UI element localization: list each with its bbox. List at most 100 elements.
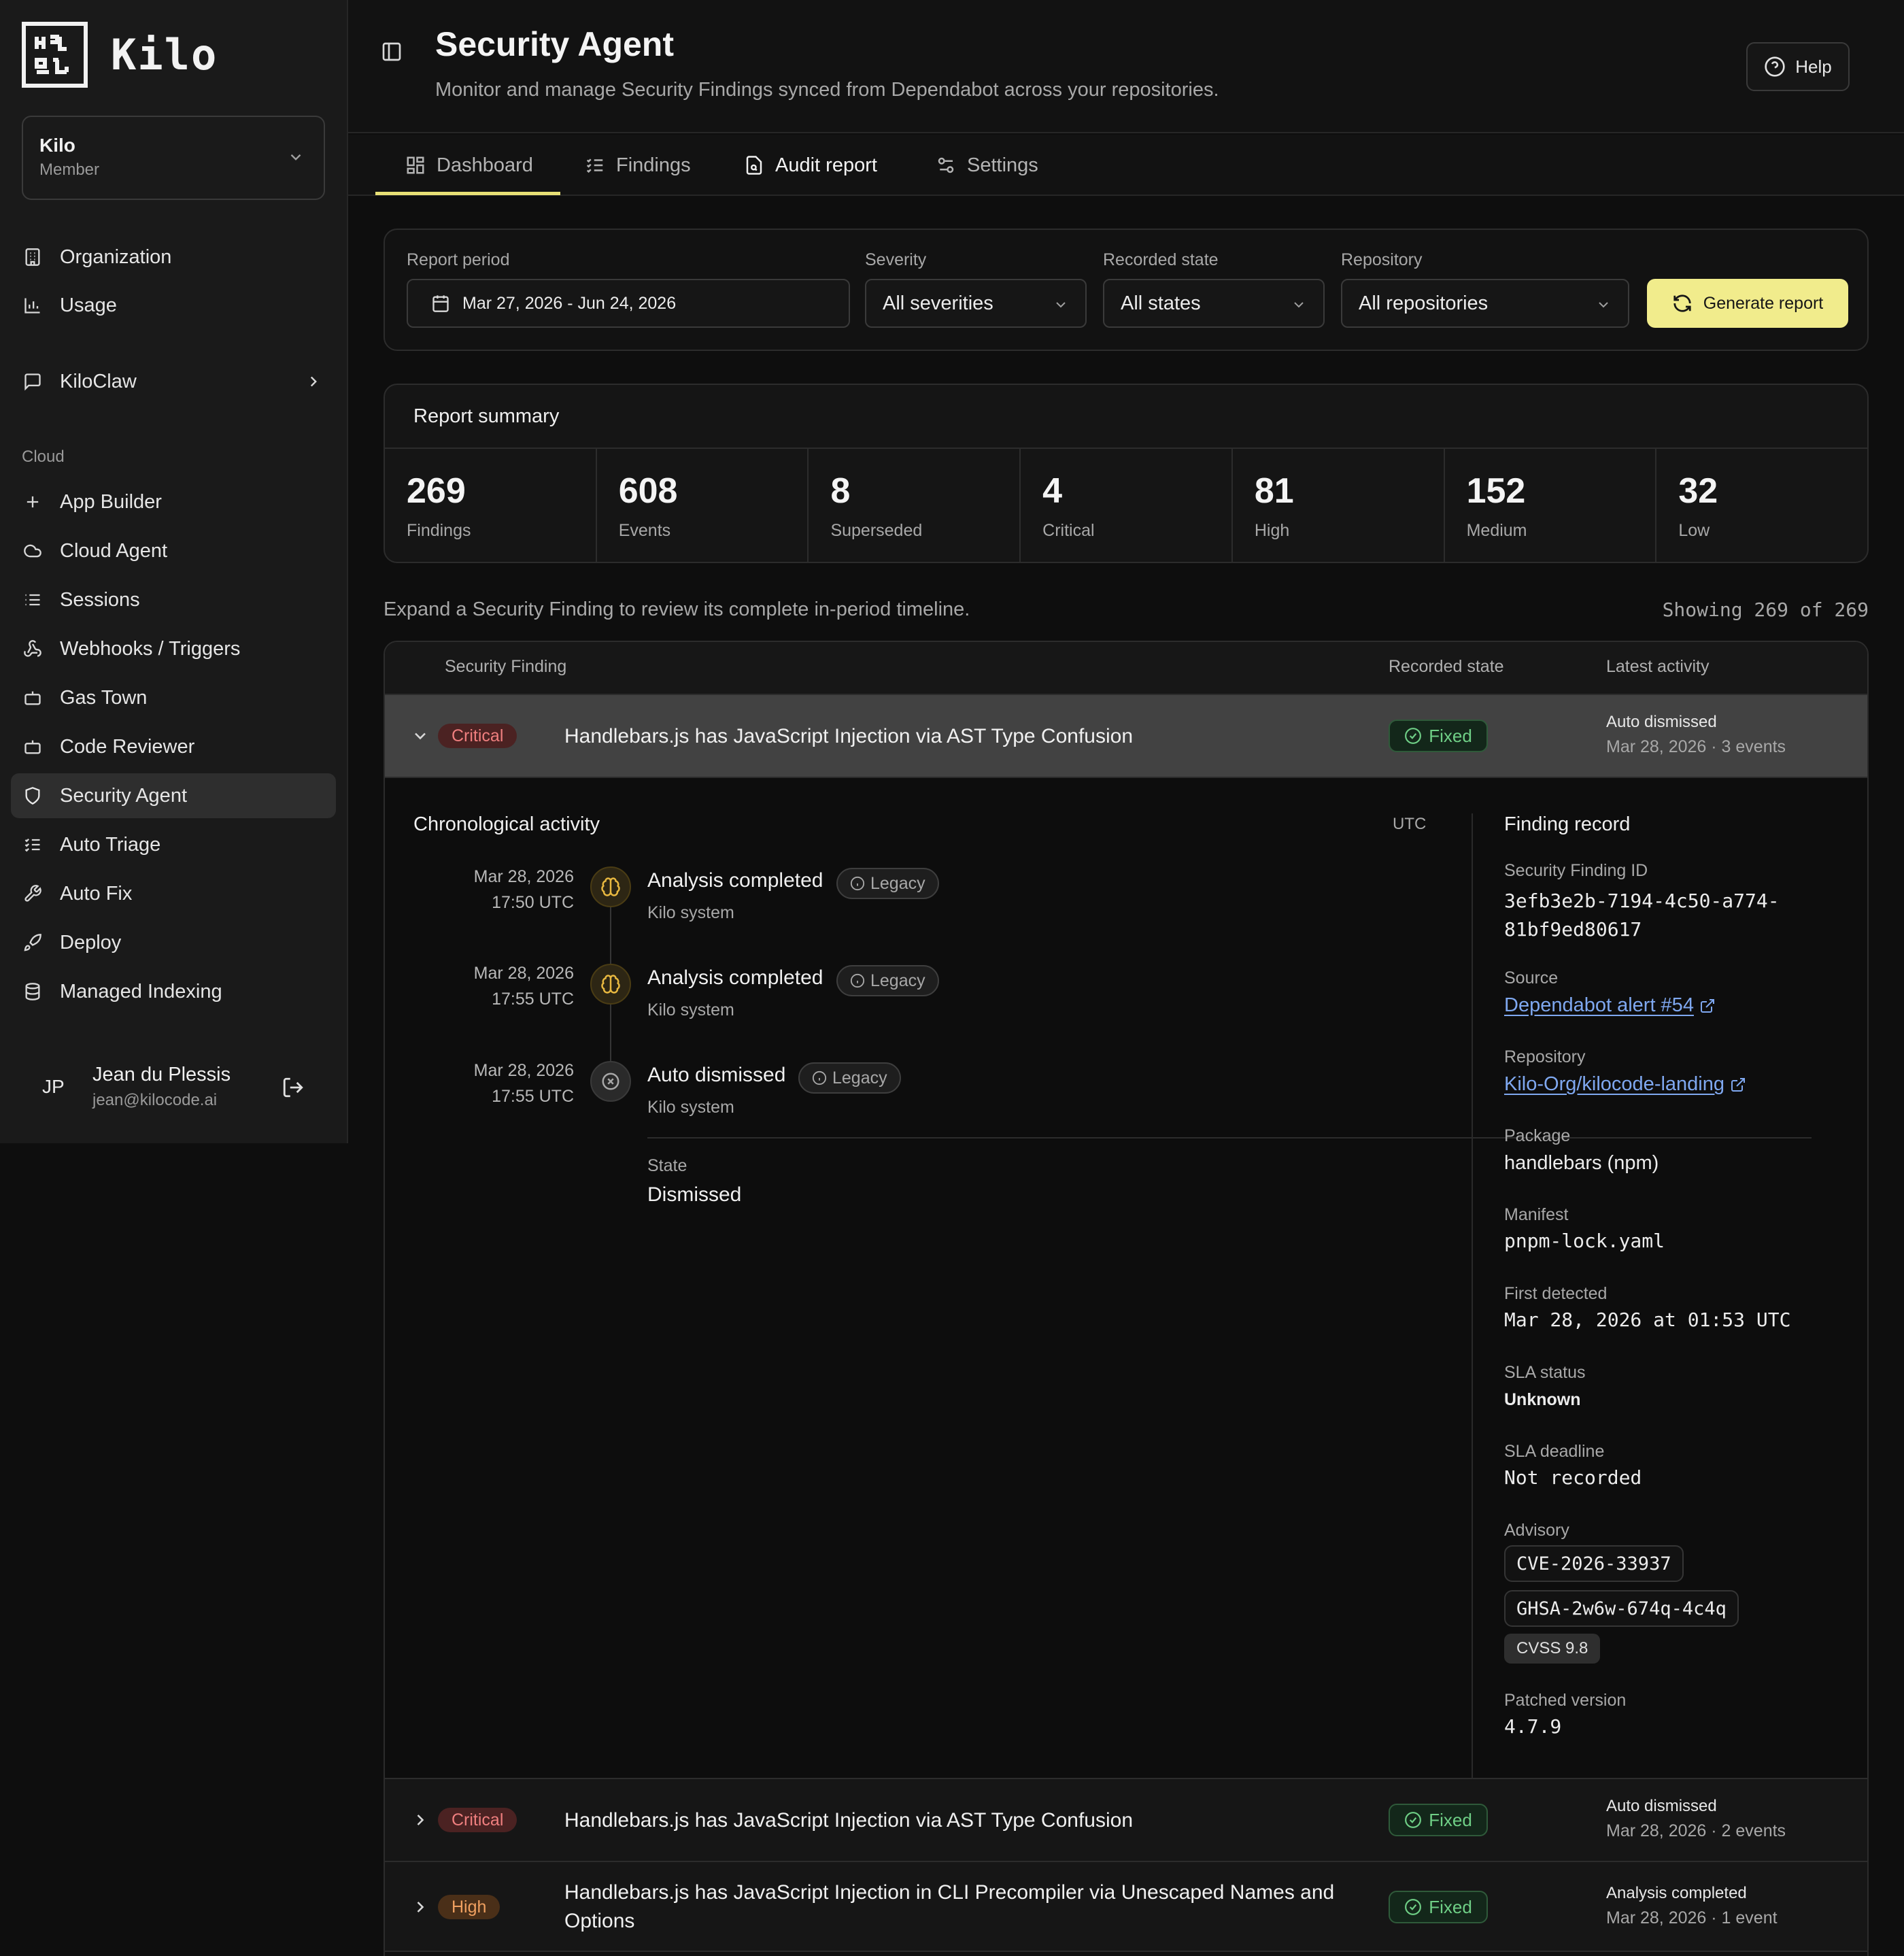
sidebar-item-label: Security Agent bbox=[60, 784, 187, 807]
state-label: State bbox=[647, 1156, 687, 1175]
severity-select[interactable]: All severities bbox=[865, 279, 1087, 328]
table-header: Security Finding Recorded state Latest a… bbox=[385, 642, 1867, 695]
stat-value: 152 bbox=[1466, 471, 1526, 511]
chevron-right-icon bbox=[310, 376, 317, 387]
repository-select[interactable]: All repositories bbox=[1341, 279, 1629, 328]
tab-findings[interactable]: Findings bbox=[585, 135, 691, 196]
org-role: Member bbox=[39, 161, 100, 179]
event-actor: Kilo system bbox=[647, 1000, 734, 1019]
tab-label: Findings bbox=[616, 154, 691, 176]
state-value: Dismissed bbox=[647, 1183, 742, 1206]
chevron-right-icon[interactable] bbox=[411, 1810, 430, 1829]
advisory-label: Advisory bbox=[1504, 1521, 1569, 1540]
stat-value: 81 bbox=[1254, 471, 1294, 511]
table-row[interactable]: Critical Handlebars.js has JavaScript In… bbox=[385, 1779, 1867, 1862]
nav-section-label: Cloud bbox=[22, 448, 65, 466]
sidebar-item-label: Cloud Agent bbox=[60, 539, 168, 562]
sla-status-value: Unknown bbox=[1504, 1390, 1581, 1409]
sidebar-item-webhooks[interactable]: Webhooks / Triggers bbox=[11, 626, 336, 671]
stat-superseded: 8 Superseded bbox=[809, 449, 1021, 562]
org-name: Kilo bbox=[39, 135, 75, 156]
check-circle-icon bbox=[1405, 1812, 1422, 1828]
user-email: jean@kilocode.ai bbox=[92, 1091, 218, 1109]
first-detected-value: Mar 28, 2026 at 01:53 UTC bbox=[1504, 1309, 1791, 1331]
tab-dashboard[interactable]: Dashboard bbox=[405, 135, 533, 196]
severity-label: Severity bbox=[865, 250, 927, 269]
user-profile[interactable]: JP Jean du Plessis jean@kilocode.ai bbox=[22, 1061, 325, 1115]
stat-label: High bbox=[1254, 521, 1290, 540]
source-label: Source bbox=[1504, 968, 1559, 988]
tab-label: Dashboard bbox=[437, 154, 533, 176]
source-link[interactable]: Dependabot alert #54 bbox=[1504, 994, 1716, 1017]
user-name: Jean du Plessis bbox=[92, 1064, 231, 1085]
sla-status-label: SLA status bbox=[1504, 1363, 1586, 1382]
divider bbox=[647, 1137, 1812, 1139]
summary-title: Report summary bbox=[413, 405, 560, 427]
sidebar-item-deploy[interactable]: Deploy bbox=[11, 920, 336, 965]
sidebar-item-code-reviewer[interactable]: Code Reviewer bbox=[11, 724, 336, 769]
file-search-icon bbox=[746, 156, 762, 175]
tab-settings[interactable]: Settings bbox=[936, 135, 1038, 196]
col-security-finding: Security Finding bbox=[445, 657, 567, 676]
sidebar-item-usage[interactable]: Usage bbox=[11, 283, 336, 328]
report-summary: Report summary 269 Findings 608 Events 8 Su… bbox=[384, 384, 1869, 563]
stat-critical: 4 Critical bbox=[1021, 449, 1233, 562]
sidebar-item-app-builder[interactable]: App Builder bbox=[11, 479, 336, 524]
advisory-ghsa-chip[interactable]: GHSA-2w6w-674q-4c4q bbox=[1504, 1590, 1739, 1627]
sidebar-item-organization[interactable]: Organization bbox=[11, 235, 336, 280]
sidebar-item-kiloclaw[interactable]: KiloClaw bbox=[11, 359, 336, 404]
status-badge: Fixed bbox=[1389, 1804, 1488, 1836]
col-recorded-state: Recorded state bbox=[1389, 657, 1504, 676]
logout-icon[interactable] bbox=[282, 1076, 305, 1099]
external-link-icon bbox=[1731, 1078, 1745, 1092]
tab-audit-report[interactable]: Audit report bbox=[744, 135, 877, 196]
sidebar-item-label: Code Reviewer bbox=[60, 735, 195, 758]
bar-chart-icon bbox=[22, 294, 44, 316]
finding-detail: Chronological activity UTC Mar 28, 2026 1… bbox=[385, 778, 1867, 1786]
sidebar-item-label: Auto Fix bbox=[60, 882, 133, 905]
period-label: Report period bbox=[407, 250, 510, 269]
stat-value: 32 bbox=[1678, 471, 1718, 511]
sidebar-item-sessions[interactable]: Sessions bbox=[11, 577, 336, 622]
page-header: Security Agent Monitor and manage Securi… bbox=[348, 0, 1904, 133]
status-badge: Fixed bbox=[1389, 1891, 1488, 1923]
legacy-badge: Legacy bbox=[798, 1062, 901, 1094]
repository-record-label: Repository bbox=[1504, 1047, 1586, 1066]
sidebar-item-label: Managed Indexing bbox=[60, 980, 222, 1002]
report-period-picker[interactable]: Mar 27, 2026 - Jun 24, 2026 bbox=[407, 279, 850, 328]
grid-icon bbox=[407, 156, 424, 174]
finding-title: Handlebars.js has JavaScript Injection v… bbox=[564, 725, 1134, 747]
recorded-state-select[interactable]: All states bbox=[1103, 279, 1325, 328]
generate-report-button[interactable]: Generate report bbox=[1647, 279, 1848, 328]
logo[interactable]: Kilo bbox=[22, 22, 218, 88]
shield-icon bbox=[22, 785, 44, 807]
finding-title: Handlebars.js has JavaScript Injection i… bbox=[564, 1881, 1335, 1932]
table-row[interactable]: High Handlebars.js has JavaScript Inject… bbox=[385, 1862, 1867, 1952]
sidebar-item-cloud-agent[interactable]: Cloud Agent bbox=[11, 528, 336, 573]
check-circle-icon bbox=[1405, 728, 1422, 744]
building-icon bbox=[22, 246, 44, 268]
help-button[interactable]: Help bbox=[1746, 42, 1850, 91]
table-row[interactable]: Critical Handlebars.js has JavaScript In… bbox=[385, 695, 1867, 778]
check-circle-icon bbox=[1405, 1899, 1422, 1915]
event-title: Auto dismissed bbox=[647, 1064, 786, 1086]
status-label: Fixed bbox=[1429, 1896, 1472, 1917]
cvss-badge: CVSS 9.8 bbox=[1504, 1634, 1601, 1664]
sidebar-item-label: Deploy bbox=[60, 931, 122, 954]
sidebar-item-gas-town[interactable]: Gas Town bbox=[11, 675, 336, 720]
refresh-icon bbox=[1673, 294, 1691, 312]
event-date: Mar 28, 2026 17:55 UTC bbox=[473, 1061, 574, 1106]
sidebar-item-auto-fix[interactable]: Auto Fix bbox=[11, 871, 336, 916]
org-switcher[interactable]: Kilo Member bbox=[22, 116, 325, 200]
chevron-down-icon[interactable] bbox=[411, 726, 430, 745]
stat-label: Findings bbox=[407, 521, 471, 540]
plus-icon bbox=[22, 491, 44, 513]
sidebar-item-managed-indexing[interactable]: Managed Indexing bbox=[11, 969, 336, 1014]
chevron-right-icon[interactable] bbox=[411, 1898, 430, 1917]
sidebar-item-auto-triage[interactable]: Auto Triage bbox=[11, 822, 336, 867]
repository-link[interactable]: Kilo-Org/kilocode-landing bbox=[1504, 1073, 1746, 1096]
tab-bar: Dashboard Findings Audit report Settings bbox=[348, 135, 1904, 196]
sidebar-item-security-agent[interactable]: Security Agent bbox=[11, 773, 336, 818]
sidebar-toggle-icon[interactable] bbox=[381, 41, 403, 63]
advisory-cve-chip[interactable]: CVE-2026-33937 bbox=[1504, 1545, 1684, 1582]
